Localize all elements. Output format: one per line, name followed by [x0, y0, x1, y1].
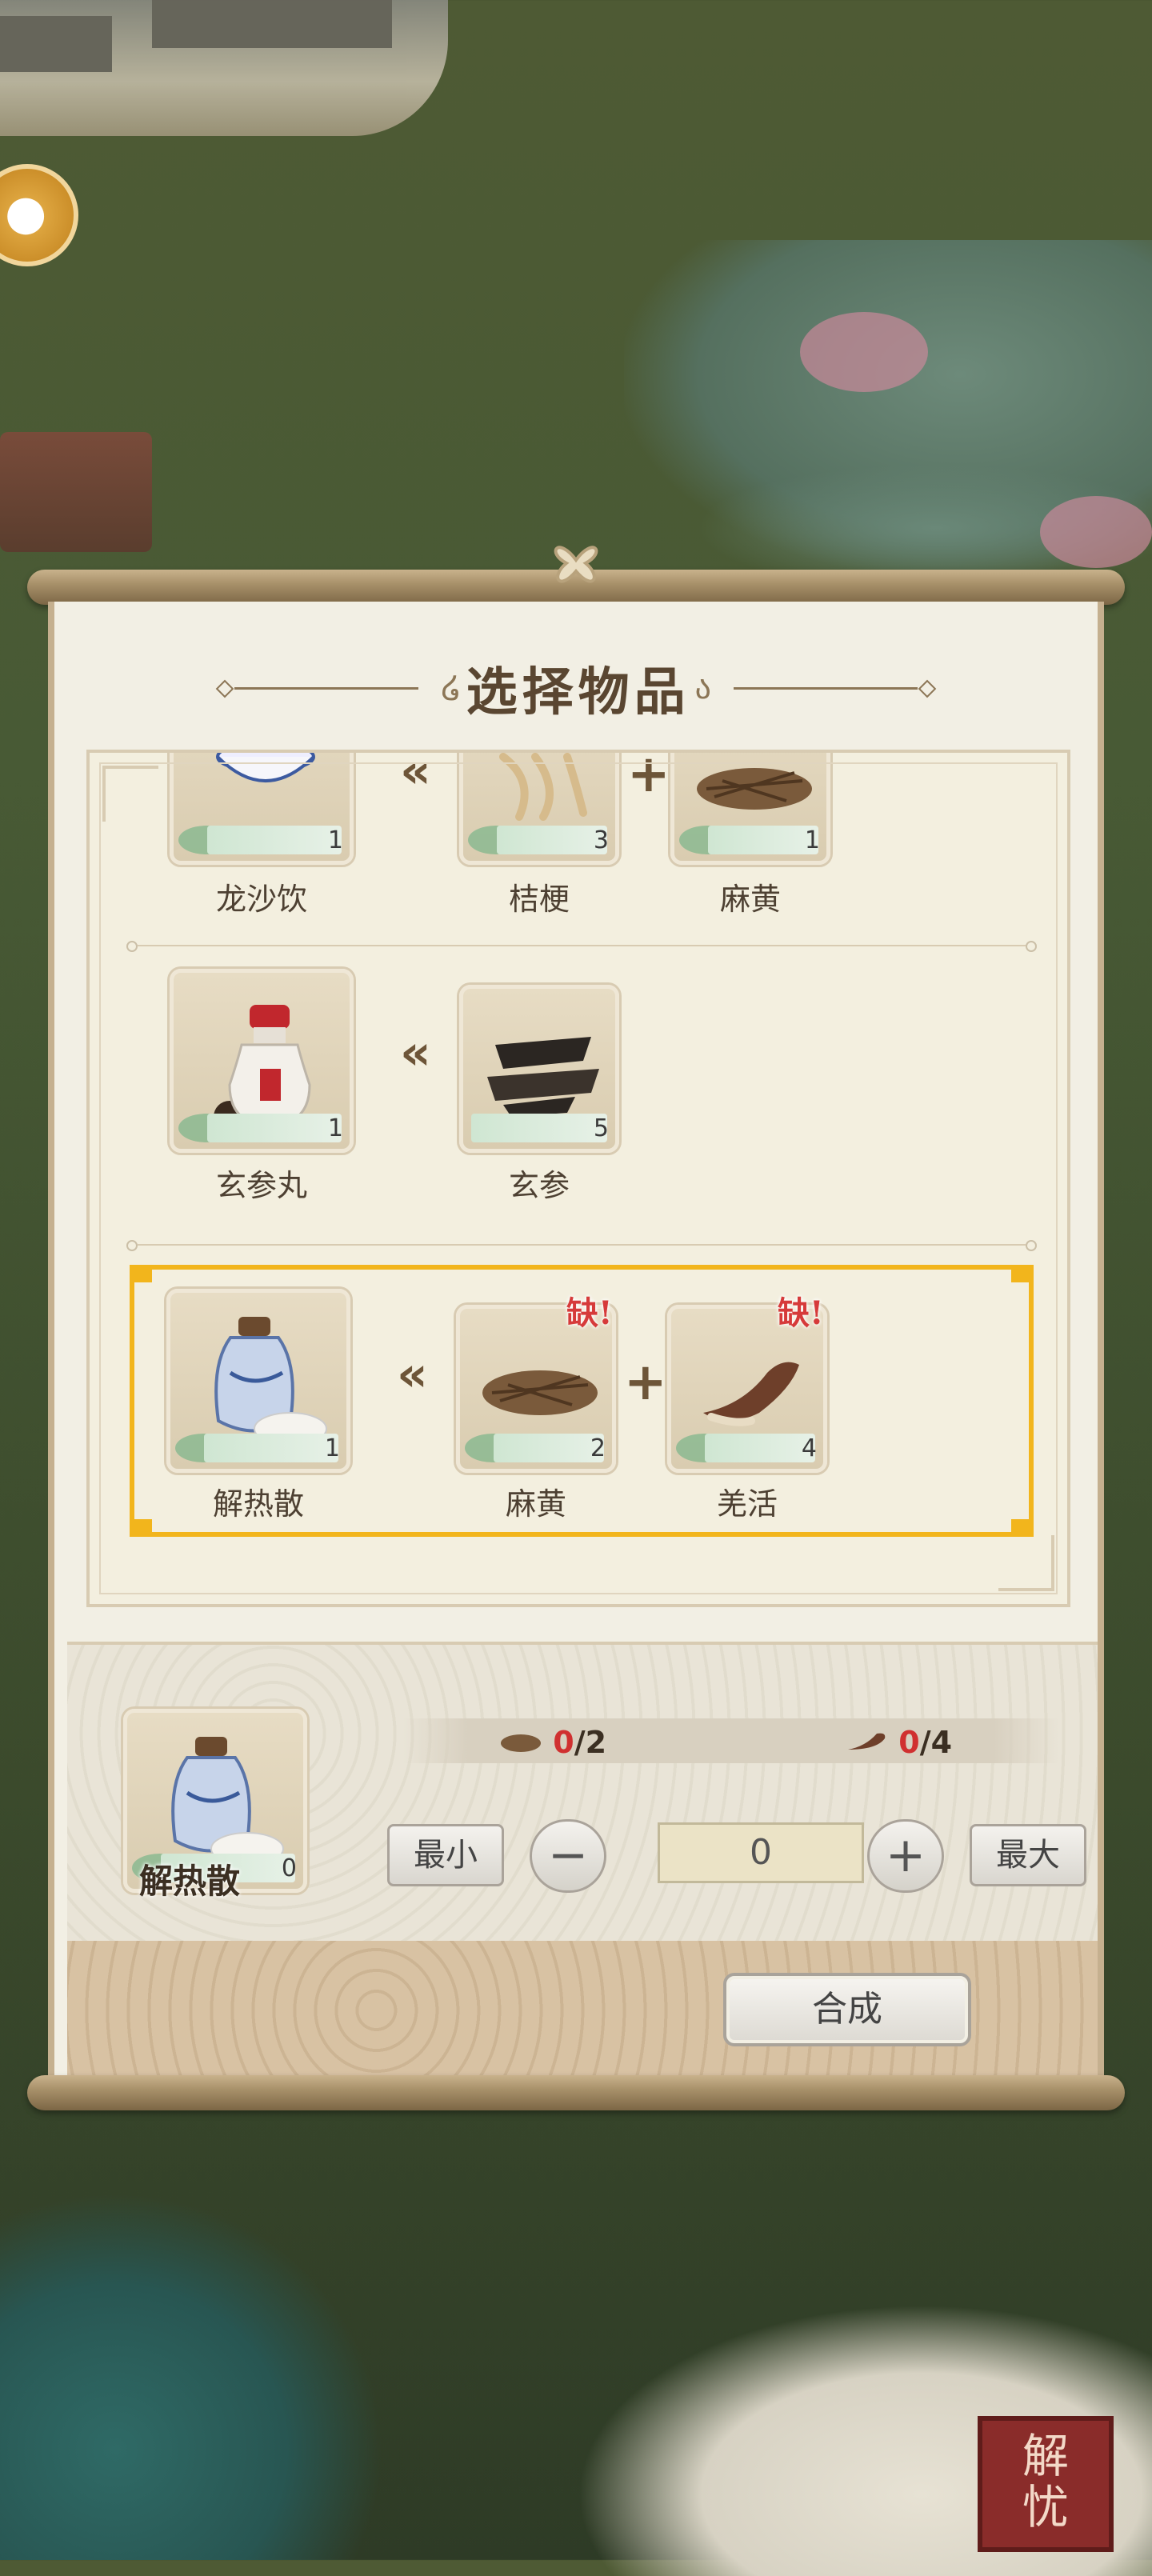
lotus-flowers — [1040, 496, 1152, 568]
output-slot[interactable]: 1 — [170, 969, 354, 1153]
requirement-mahuang: 0/2 — [499, 1725, 606, 1760]
item-name: 麻黄 — [505, 1486, 566, 1522]
recipe-row-selected[interactable]: 1 解热散 « 2 缺! 麻黄 + 4 缺! 羌活 — [130, 1265, 1034, 1537]
requirement-have: 0 — [898, 1725, 920, 1760]
min-button[interactable]: 最小 — [387, 1824, 504, 1886]
title-ornament-right — [733, 686, 918, 690]
item-name: 麻黄 — [719, 882, 781, 917]
scroll-bottom-rod — [27, 2075, 1125, 2110]
lack-badge: 缺! — [778, 1294, 824, 1332]
coin-button[interactable]: ● — [0, 164, 78, 266]
porcelain-jar-icon — [214, 1317, 327, 1446]
plus-icon: + — [624, 1353, 667, 1412]
synthesis-panel: 0 解热散 0/2 0/4 最小 − 0 + 最大 — [67, 1642, 1098, 1941]
lack-badge: 缺! — [566, 1294, 613, 1332]
plus-icon: + — [627, 750, 670, 804]
jiegeng-root-icon — [499, 753, 587, 821]
select-item-dialog: ໒ 选择物品 ა 1 龙沙饮 « 3 桔梗 + 1 麻黄 1 玄参丸 « 5 玄… — [48, 602, 1104, 2080]
item-name: 龙沙饮 — [215, 882, 307, 917]
item-count: 1 — [324, 1434, 340, 1462]
quantity-field[interactable]: 0 — [658, 1822, 864, 1883]
mahuang-herb-icon — [697, 768, 812, 810]
seal-stamp-logo: 解忧 — [978, 2416, 1114, 2552]
requirement-have: 0 — [553, 1725, 574, 1760]
item-count: 0 — [281, 1854, 297, 1882]
ingredient-slot[interactable]: 1 — [670, 753, 830, 865]
max-button[interactable]: 最大 — [970, 1824, 1086, 1886]
craft-footer: 合成 — [67, 1941, 1098, 2080]
requirement-qianghuo: 0/4 — [845, 1725, 952, 1760]
dialog-header: ໒ 选择物品 ა — [54, 656, 1098, 722]
selection-corner — [1011, 1519, 1034, 1537]
recipe-divider — [126, 941, 1037, 952]
recipe-divider — [126, 1240, 1037, 1251]
selection-corner — [130, 1519, 152, 1537]
item-count: 3 — [593, 826, 609, 854]
selection-corner — [1011, 1265, 1034, 1282]
plus-button[interactable]: + — [867, 1819, 944, 1893]
swirl-icon: ა — [694, 670, 711, 706]
medicine-bottle-icon — [214, 1005, 311, 1133]
item-name: 解热散 — [212, 1486, 304, 1522]
porcelain-bowl-icon — [216, 753, 315, 782]
ribbon-knot-icon — [554, 546, 598, 583]
qianghuo-icon — [848, 1733, 886, 1750]
ingredient-slot[interactable]: 5 — [459, 985, 619, 1153]
item-count: 1 — [327, 826, 343, 854]
recipe-list[interactable]: 1 龙沙饮 « 3 桔梗 + 1 麻黄 1 玄参丸 « 5 玄参 1 解热散 «… — [86, 750, 1070, 1607]
mahuang-icon — [501, 1734, 541, 1752]
xuanshen-root-icon — [487, 1037, 599, 1117]
recipe-row[interactable]: 1 玄参丸 « 5 玄参 — [130, 969, 1034, 1241]
house-background — [0, 432, 152, 552]
dialog-title: 选择物品 — [466, 662, 690, 722]
arrow-left-icon: « — [400, 1025, 431, 1081]
arrow-left-icon: « — [400, 750, 431, 799]
selection-corner — [130, 1265, 152, 1282]
swirl-icon: ໒ — [441, 670, 462, 706]
item-count: 4 — [801, 1434, 817, 1462]
minus-button[interactable]: − — [530, 1819, 606, 1893]
mahuang-herb-icon — [482, 1370, 598, 1415]
village-background — [0, 0, 448, 136]
output-slot[interactable]: 1 — [170, 753, 354, 865]
mountain-background — [0, 2192, 384, 2560]
requirement-need: /2 — [574, 1725, 607, 1760]
qianghuo-root-icon — [703, 1362, 799, 1426]
lotus-flowers — [800, 312, 928, 392]
requirement-need: /4 — [919, 1725, 953, 1760]
item-count: 5 — [593, 1114, 609, 1142]
frame-corner-ornament — [998, 1535, 1054, 1591]
item-name: 玄参丸 — [215, 1168, 307, 1203]
title-ornament-left — [234, 686, 419, 690]
ingredient-slot[interactable]: 3 — [459, 753, 619, 865]
item-count: 2 — [590, 1434, 606, 1462]
item-count: 1 — [804, 826, 820, 854]
recipe-row[interactable]: 1 龙沙饮 « 3 桔梗 + 1 麻黄 — [130, 750, 1034, 921]
craft-button[interactable]: 合成 — [723, 1973, 971, 2046]
item-name: 玄参 — [508, 1168, 570, 1203]
item-name: 羌活 — [716, 1486, 778, 1522]
item-count: 1 — [327, 1114, 343, 1142]
item-name: 桔梗 — [508, 882, 570, 917]
porcelain-jar-icon — [171, 1737, 284, 1866]
arrow-left-icon: « — [397, 1346, 428, 1402]
selected-item-name: 解热散 — [139, 1862, 241, 1901]
coin-icon: ● — [5, 185, 47, 241]
output-slot[interactable]: 1 — [166, 1289, 350, 1473]
